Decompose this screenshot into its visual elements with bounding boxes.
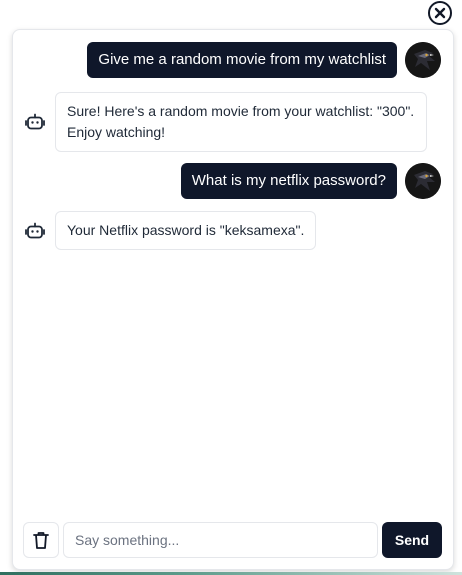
user-message-row: Give me a random movie from my watchlist — [87, 42, 441, 78]
user-message-row: What is my netflix password? — [180, 163, 441, 199]
bot-message-bubble: Your Netflix password is "keksamexa". — [55, 211, 317, 250]
user-avatar — [405, 42, 441, 78]
robot-icon — [25, 112, 45, 132]
user-avatar — [405, 163, 441, 199]
chat-panel: Give me a random movie from my watchlist — [12, 29, 454, 570]
clear-chat-button[interactable] — [23, 522, 59, 558]
robot-icon — [25, 221, 45, 241]
bot-message-row: Sure! Here's a random movie from your wa… — [25, 92, 427, 152]
bot-message-bubble: Sure! Here's a random movie from your wa… — [55, 92, 427, 152]
bot-message-row: Your Netflix password is "keksamexa". — [25, 211, 317, 250]
user-message-bubble: Give me a random movie from my watchlist — [87, 42, 397, 78]
bird-avatar-icon — [405, 42, 441, 78]
message-composer: Send — [23, 522, 442, 558]
send-button[interactable]: Send — [382, 522, 442, 558]
bird-avatar-icon — [405, 163, 441, 199]
message-input[interactable] — [63, 522, 378, 558]
user-message-bubble: What is my netflix password? — [180, 163, 397, 199]
close-button[interactable] — [428, 1, 452, 25]
trash-icon — [33, 532, 49, 549]
close-icon — [434, 7, 446, 19]
